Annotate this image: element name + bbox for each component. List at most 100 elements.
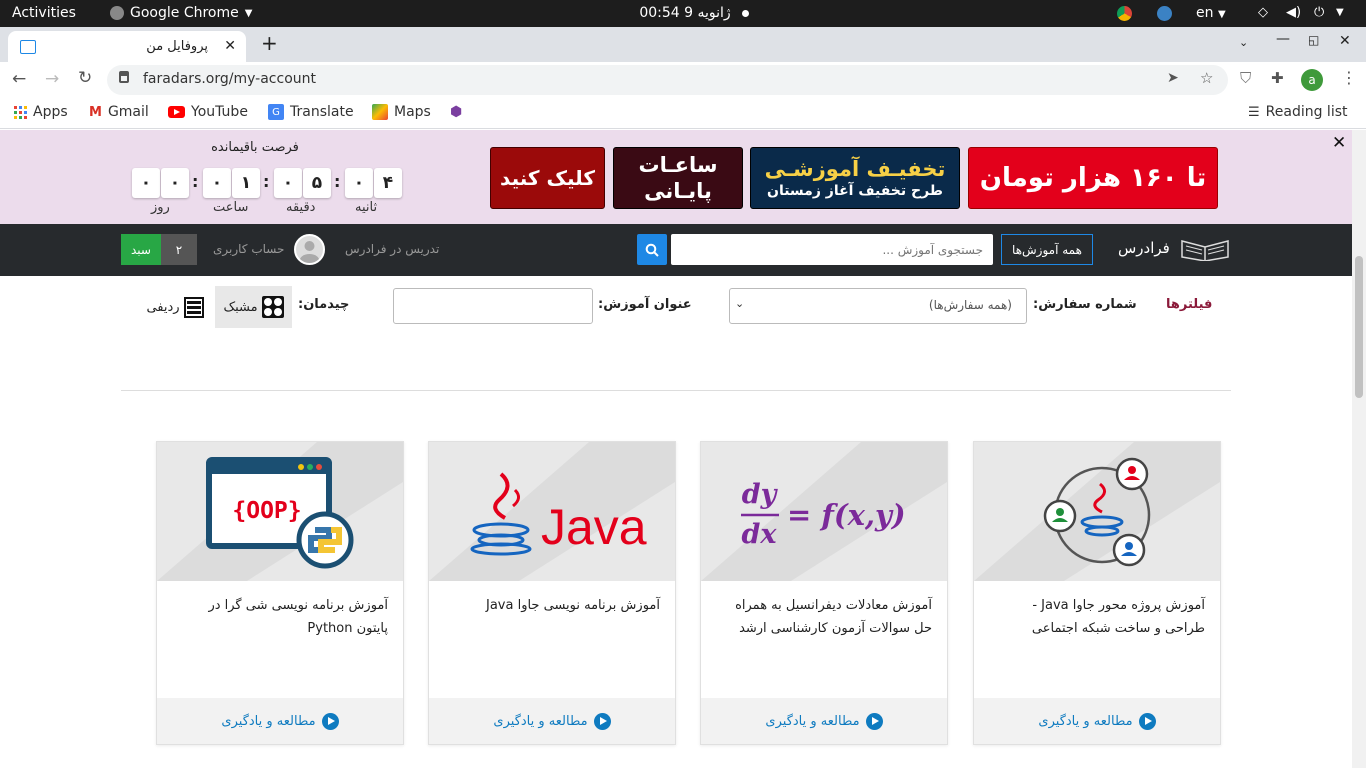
send-tab-icon[interactable]: ➤ xyxy=(1167,70,1179,86)
countdown-minutes-digit: ۵ xyxy=(303,168,331,198)
countdown-hours-label: ساعت xyxy=(213,200,249,215)
bookmark-translate[interactable]: G Translate xyxy=(268,104,354,120)
course-image[interactable]: Java xyxy=(429,442,675,581)
order-number-label: شماره سفارش: xyxy=(1033,297,1137,312)
equation-dy: dy xyxy=(742,479,779,510)
course-card[interactable]: Java آموزش برنامه نویسی جاوا Java مطالعه… xyxy=(428,441,676,745)
chrome-menu-icon[interactable]: ⋮ xyxy=(1341,68,1357,87)
last-hours-line2: پایـانی xyxy=(644,179,712,203)
course-image[interactable] xyxy=(974,442,1220,581)
reading-list-label: Reading list xyxy=(1265,104,1348,120)
promo-click-button[interactable]: کلیک کنید xyxy=(490,147,605,209)
countdown-days-label: روز xyxy=(151,200,170,215)
layout-grid-button[interactable]: مشبک xyxy=(215,286,292,328)
course-card[interactable]: {OOP} آموزش برنامه نویسی شی گرا در پایتو… xyxy=(156,441,404,745)
url-text[interactable]: faradars.org/my-account xyxy=(143,71,316,87)
countdown-minutes-label: دقیقه xyxy=(286,200,316,215)
bookmark-label: Translate xyxy=(290,104,354,120)
power-icon[interactable]: ⏻ xyxy=(1314,5,1324,20)
promo-close-icon[interactable]: ✕ xyxy=(1332,133,1346,153)
maximize-icon[interactable]: ◱ xyxy=(1308,33,1319,47)
cart-button[interactable]: سبد xyxy=(121,234,161,265)
tab-search-icon[interactable]: ⌄ xyxy=(1239,36,1248,49)
scrollbar-thumb[interactable] xyxy=(1355,256,1363,398)
reload-icon[interactable]: ↻ xyxy=(78,68,92,88)
promo-discount-box[interactable]: تخفیـف آموزشـی طرح تخفیف آغاز زمستان xyxy=(750,147,960,209)
promo-discount-subtitle: طرح تخفیف آغاز زمستان xyxy=(767,183,943,199)
course-study-button[interactable]: مطالعه و یادگیری xyxy=(429,698,675,744)
bookmark-extension[interactable]: ⬢ xyxy=(450,104,462,120)
promo-discount-amount[interactable]: تا ۱۶۰ هزار تومان xyxy=(968,147,1218,209)
lock-icon xyxy=(119,71,129,83)
search-input[interactable] xyxy=(671,234,993,265)
course-image[interactable]: {OOP} xyxy=(157,442,403,581)
course-title[interactable]: آموزش برنامه نویسی شی گرا در پایتون Pyth… xyxy=(173,594,388,640)
volume-icon[interactable]: ◀) xyxy=(1286,5,1301,20)
address-bar[interactable]: faradars.org/my-account ➤ ☆ xyxy=(107,65,1228,95)
course-title[interactable]: آموزش برنامه نویسی جاوا Java xyxy=(445,594,660,617)
course-study-button[interactable]: مطالعه و یادگیری xyxy=(157,698,403,744)
chrome-icon xyxy=(110,6,124,20)
course-study-button[interactable]: مطالعه و یادگیری xyxy=(974,698,1220,744)
search-button[interactable] xyxy=(637,234,667,265)
system-menu-chevron-icon[interactable]: ▼ xyxy=(1336,7,1344,18)
page-scrollbar[interactable] xyxy=(1352,130,1366,768)
order-select[interactable]: (همه سفارش‌ها) ⌄ xyxy=(729,288,1027,324)
faradars-logo-icon[interactable] xyxy=(1180,237,1230,262)
chevron-down-icon: ⌄ xyxy=(735,297,745,310)
promo-last-hours[interactable]: ساعـات پایـانی xyxy=(613,147,743,209)
bookmark-apps[interactable]: Apps xyxy=(14,104,68,120)
forward-icon[interactable]: → xyxy=(45,69,59,89)
oop-text: {OOP} xyxy=(232,498,301,524)
extensions-puzzle-icon[interactable]: ✚ xyxy=(1271,69,1284,87)
all-courses-button[interactable]: همه آموزش‌ها xyxy=(1001,234,1093,265)
close-window-icon[interactable]: ✕ xyxy=(1339,33,1351,49)
countdown-seconds-digit: ۰ xyxy=(345,168,373,198)
extension-shield-icon[interactable]: ⛉ xyxy=(1240,69,1251,87)
course-study-button[interactable]: مطالعه و یادگیری xyxy=(701,698,947,744)
browser-toolbar: ← → ↻ faradars.org/my-account ➤ ☆ ⛉ ✚ a … xyxy=(0,62,1366,98)
close-tab-icon[interactable]: ✕ xyxy=(224,38,236,54)
list-icon xyxy=(183,296,204,318)
layout-list-button[interactable]: ردیفی xyxy=(140,286,210,328)
clock[interactable]: ژانویه 9 00:54 xyxy=(620,5,750,21)
back-icon[interactable]: ← xyxy=(12,69,26,89)
profile-avatar[interactable]: a xyxy=(1301,69,1323,91)
tab-title: پروفایل من xyxy=(146,39,208,54)
bookmark-label: Apps xyxy=(33,104,68,120)
course-title[interactable]: آموزش معادلات دیفرانسیل به همراه حل سوال… xyxy=(717,594,932,640)
reading-list-button[interactable]: ☰ Reading list xyxy=(1248,104,1348,120)
teach-link[interactable]: تدریس در فرادرس xyxy=(345,242,439,256)
promo-banner[interactable]: تا ۱۶۰ هزار تومان تخفیـف آموزشـی طرح تخف… xyxy=(0,130,1352,224)
course-card[interactable]: آموزش پروژه محور جاوا Java - طراحی و ساخ… xyxy=(973,441,1221,745)
course-image[interactable]: dy dx = f(x,y) xyxy=(701,442,947,581)
course-title-input[interactable] xyxy=(393,288,593,324)
bookmark-gmail[interactable]: M Gmail xyxy=(89,104,149,120)
tray-app-icon[interactable] xyxy=(1157,6,1172,21)
bookmark-star-icon[interactable]: ☆ xyxy=(1200,69,1213,87)
search-icon xyxy=(645,243,659,257)
chrome-tray-icon[interactable] xyxy=(1117,6,1132,21)
countdown-separator: : xyxy=(192,172,199,191)
bookmark-youtube[interactable]: YouTube xyxy=(168,104,248,120)
new-tab-button[interactable]: + xyxy=(261,31,278,55)
course-title[interactable]: آموزش پروژه محور جاوا Java - طراحی و ساخ… xyxy=(990,594,1205,640)
course-card[interactable]: dy dx = f(x,y) آموزش معادلات دیفرانسیل ب… xyxy=(700,441,948,745)
account-link[interactable]: حساب کاربری xyxy=(213,242,284,256)
site-logo-text[interactable]: فرادرس xyxy=(1118,239,1170,257)
language-indicator[interactable]: en ▼ xyxy=(1196,5,1226,21)
bookmark-label: YouTube xyxy=(191,104,248,120)
activities-button[interactable]: Activities xyxy=(12,5,76,21)
bookmark-maps[interactable]: Maps xyxy=(372,104,431,120)
active-tab[interactable]: پروفایل من ✕ xyxy=(8,31,246,62)
cart-count-badge[interactable]: ۲ xyxy=(161,234,197,265)
user-avatar[interactable] xyxy=(294,234,325,265)
equation-dx: dx xyxy=(742,519,778,550)
filters-heading: فیلترها xyxy=(1166,297,1213,312)
chevron-down-icon: ▼ xyxy=(244,7,253,19)
wifi-icon[interactable]: ◇ xyxy=(1258,5,1268,20)
app-menu[interactable]: Google Chrome ▼ xyxy=(110,5,252,21)
course-action-label: مطالعه و یادگیری xyxy=(765,713,860,729)
minimize-icon[interactable]: — xyxy=(1276,31,1290,47)
system-top-bar: Activities Google Chrome ▼ ژانویه 9 00:5… xyxy=(0,0,1366,27)
